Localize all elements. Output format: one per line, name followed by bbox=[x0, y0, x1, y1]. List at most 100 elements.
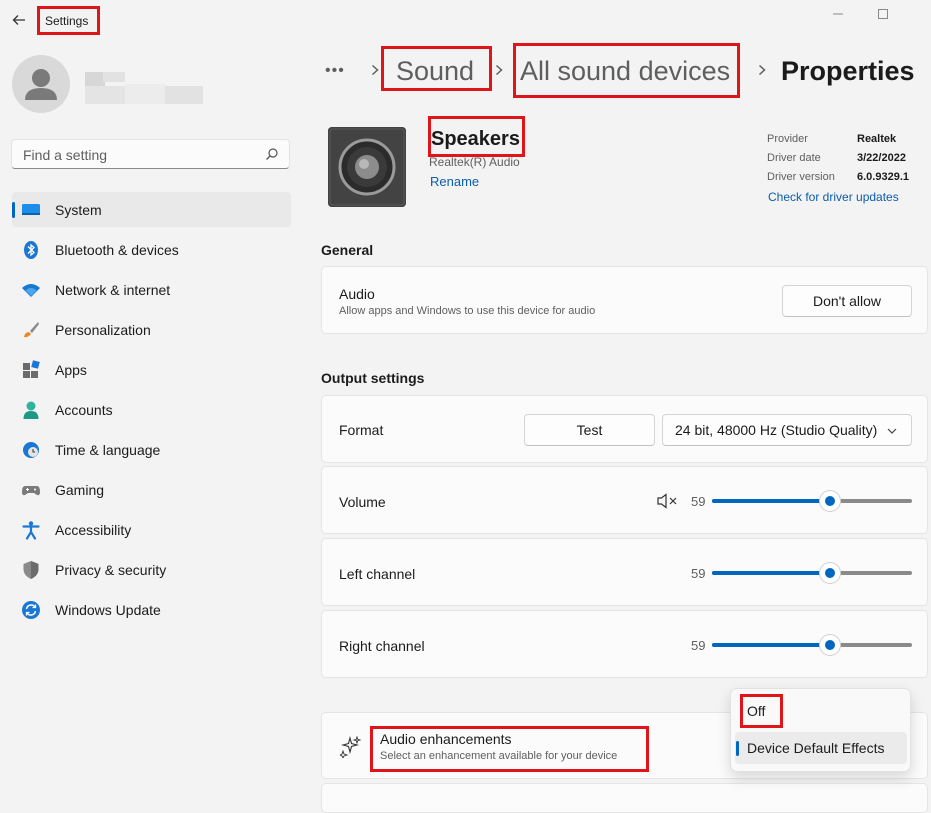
menu-item-label: Device Default Effects bbox=[747, 740, 885, 756]
sidebar-item-label: Accounts bbox=[55, 402, 113, 418]
search-input[interactable]: Find a setting bbox=[23, 147, 107, 163]
apps-icon bbox=[23, 360, 40, 378]
format-card: Format Test 24 bit, 48000 Hz (Studio Qua… bbox=[321, 395, 928, 463]
speaker-mute-icon[interactable] bbox=[657, 493, 679, 509]
brush-icon bbox=[24, 322, 39, 338]
left-channel-slider-fill bbox=[712, 571, 830, 575]
device-name: Speakers bbox=[431, 128, 520, 150]
menu-item-device-default-effects[interactable]: Device Default Effects bbox=[735, 732, 907, 764]
back-button[interactable] bbox=[8, 8, 30, 32]
right-channel-slider[interactable] bbox=[712, 635, 912, 655]
volume-slider-thumb[interactable] bbox=[820, 491, 840, 511]
provider-value: Realtek bbox=[857, 133, 897, 145]
format-dropdown[interactable]: 24 bit, 48000 Hz (Studio Quality) bbox=[662, 414, 912, 446]
test-button[interactable]: Test bbox=[524, 414, 655, 446]
right-channel-value: 59 bbox=[691, 638, 706, 653]
menu-item-off[interactable]: Off bbox=[735, 695, 907, 727]
wifi-icon bbox=[22, 284, 40, 297]
left-channel-slider-thumb[interactable] bbox=[820, 563, 840, 583]
driver-version-value: 6.0.9329.1 bbox=[857, 171, 909, 183]
sidebar-item-bluetooth[interactable]: Bluetooth & devices bbox=[12, 232, 291, 267]
sidebar-item-system[interactable]: System bbox=[12, 192, 291, 227]
left-channel-slider[interactable] bbox=[712, 563, 912, 583]
update-icon bbox=[22, 601, 40, 619]
driver-date-value: 3/22/2022 bbox=[857, 152, 906, 164]
dont-allow-button[interactable]: Don't allow bbox=[782, 285, 912, 317]
volume-label: Volume bbox=[339, 494, 386, 510]
user-name-redacted bbox=[85, 72, 203, 106]
audio-enhancements-description: Select an enhancement available for your… bbox=[380, 750, 618, 762]
volume-slider[interactable] bbox=[712, 491, 912, 511]
app-title: Settings bbox=[45, 14, 89, 28]
search-icon bbox=[266, 148, 278, 160]
right-channel-card: Right channel 59 bbox=[321, 610, 928, 678]
left-channel-card: Left channel 59 bbox=[321, 538, 928, 606]
account-icon bbox=[23, 401, 39, 419]
chevron-right-icon bbox=[368, 60, 382, 80]
driver-date-label: Driver date bbox=[767, 152, 821, 164]
chevron-right-icon bbox=[492, 60, 506, 80]
minimize-button[interactable] bbox=[828, 6, 848, 22]
sidebar-item-label: System bbox=[55, 202, 102, 218]
sidebar-item-time-language[interactable]: Time & language bbox=[12, 432, 291, 467]
section-heading-general: General bbox=[321, 242, 374, 258]
sidebar-item-windows-update[interactable]: Windows Update bbox=[12, 592, 291, 627]
sidebar-item-accessibility[interactable]: Accessibility bbox=[12, 512, 291, 547]
sidebar-item-label: Accessibility bbox=[55, 522, 132, 538]
maximize-button[interactable] bbox=[873, 6, 893, 22]
selection-indicator bbox=[736, 741, 739, 756]
left-channel-label: Left channel bbox=[339, 566, 416, 582]
chevron-right-icon bbox=[755, 60, 769, 80]
audio-card: Audio Allow apps and Windows to use this… bbox=[321, 266, 928, 334]
sidebar-item-apps[interactable]: Apps bbox=[12, 352, 291, 387]
sparkle-icon bbox=[340, 736, 362, 758]
sidebar-item-label: Personalization bbox=[55, 322, 151, 338]
page-title: Properties bbox=[781, 56, 915, 86]
sidebar-item-personalization[interactable]: Personalization bbox=[12, 312, 291, 347]
breadcrumb-item-all-sound-devices[interactable]: All sound devices bbox=[520, 56, 730, 87]
gamepad-icon bbox=[22, 486, 40, 496]
sidebar-item-privacy[interactable]: Privacy & security bbox=[12, 552, 291, 587]
left-channel-value: 59 bbox=[691, 566, 706, 581]
sidebar-item-gaming[interactable]: Gaming bbox=[12, 472, 291, 507]
format-label: Format bbox=[339, 422, 384, 438]
breadcrumb-overflow-button[interactable]: ••• bbox=[325, 62, 345, 80]
audio-enhancements-title: Audio enhancements bbox=[380, 731, 512, 747]
format-dropdown-value: 24 bit, 48000 Hz (Studio Quality) bbox=[675, 422, 878, 438]
search-box[interactable]: Find a setting bbox=[11, 139, 290, 169]
accessibility-icon bbox=[22, 521, 40, 540]
clock-globe-icon bbox=[23, 442, 39, 458]
sidebar-item-label: Network & internet bbox=[55, 282, 171, 298]
rename-link[interactable]: Rename bbox=[430, 174, 479, 189]
maximize-icon bbox=[878, 9, 888, 19]
breadcrumb-item-sound[interactable]: Sound bbox=[396, 56, 474, 87]
chevron-down-icon bbox=[887, 428, 897, 434]
sidebar-item-accounts[interactable]: Accounts bbox=[12, 392, 291, 427]
sidebar-item-label: Bluetooth & devices bbox=[55, 242, 179, 258]
section-heading-output: Output settings bbox=[321, 370, 425, 386]
volume-slider-fill bbox=[712, 499, 830, 503]
menu-item-label: Off bbox=[747, 703, 766, 719]
device-subtitle: Realtek(R) Audio bbox=[429, 155, 520, 169]
volume-card: Volume 59 bbox=[321, 466, 928, 534]
shield-icon bbox=[23, 561, 39, 579]
minimize-icon bbox=[833, 13, 843, 15]
speaker-icon bbox=[328, 127, 406, 207]
volume-value: 59 bbox=[691, 494, 706, 509]
selection-indicator bbox=[12, 202, 15, 218]
right-channel-label: Right channel bbox=[339, 638, 425, 654]
provider-label: Provider bbox=[767, 133, 808, 145]
audio-title: Audio bbox=[339, 286, 375, 302]
next-setting-card bbox=[321, 783, 928, 813]
bluetooth-icon bbox=[24, 241, 38, 259]
check-driver-updates-link[interactable]: Check for driver updates bbox=[768, 190, 899, 204]
right-channel-slider-fill bbox=[712, 643, 830, 647]
sidebar-item-label: Privacy & security bbox=[55, 562, 167, 578]
right-channel-slider-thumb[interactable] bbox=[820, 635, 840, 655]
avatar[interactable] bbox=[12, 55, 70, 113]
sidebar-item-label: Windows Update bbox=[55, 602, 161, 618]
user-icon bbox=[25, 69, 57, 100]
sidebar-item-label: Time & language bbox=[55, 442, 161, 458]
sidebar-item-network[interactable]: Network & internet bbox=[12, 272, 291, 307]
sidebar-item-label: Gaming bbox=[55, 482, 105, 498]
